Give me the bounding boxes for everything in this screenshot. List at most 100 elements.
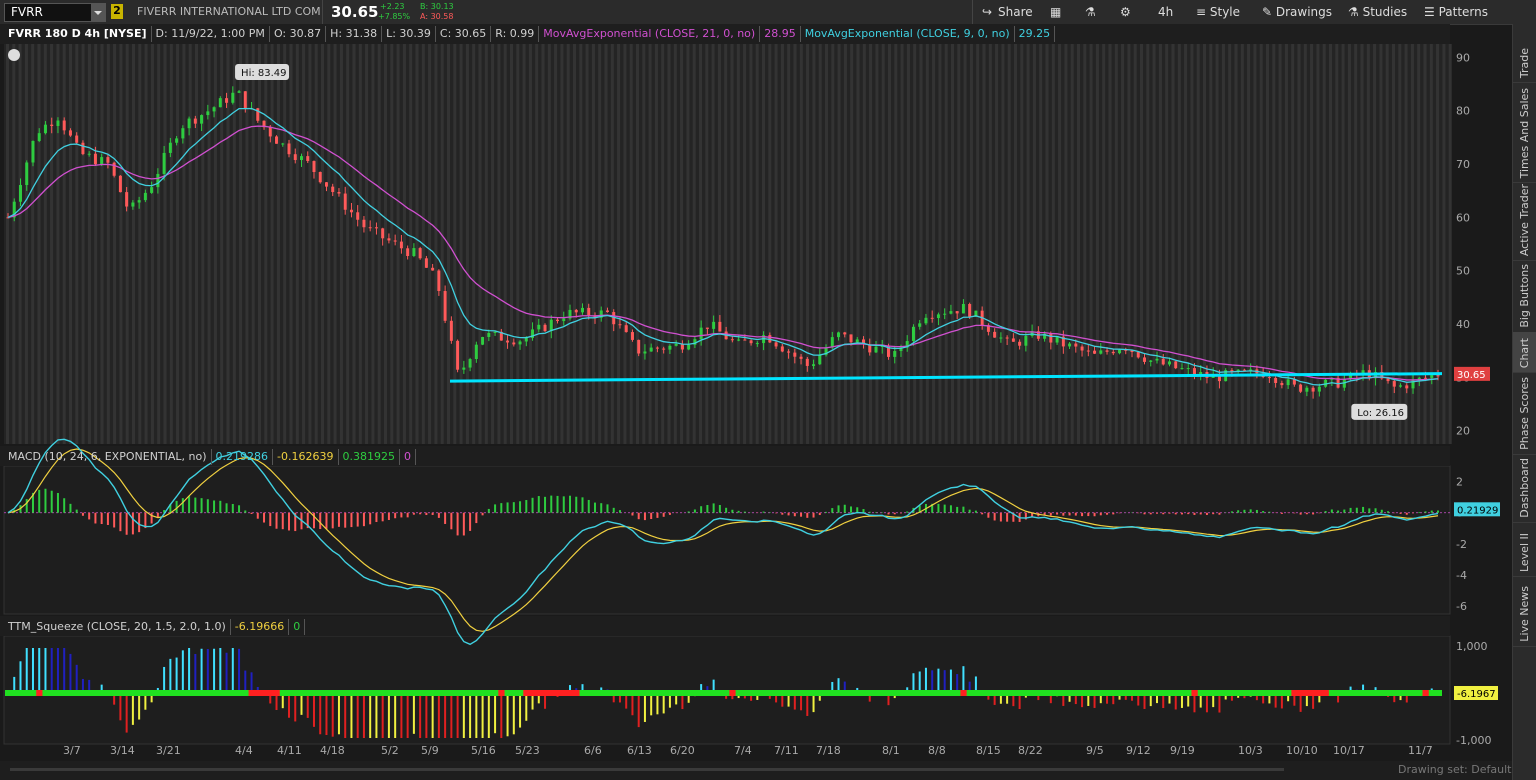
ttm-bar: [924, 667, 927, 693]
macd-bar: [1349, 507, 1352, 513]
share-button[interactable]: ↪ Share: [982, 3, 1033, 21]
tab-times-and-sales[interactable]: Times And Sales: [1513, 82, 1536, 183]
tab-live-news[interactable]: Live News: [1513, 576, 1536, 647]
macd-bar: [469, 512, 472, 531]
macd-bar: [843, 504, 846, 513]
symbol-input[interactable]: FVRR: [4, 3, 106, 22]
scrollbar-track[interactable]: [10, 768, 1284, 771]
squeeze-dot: [510, 690, 518, 696]
ttm-bar: [344, 693, 347, 738]
ttm-bar: [19, 661, 22, 693]
macd-bar: [1180, 512, 1183, 515]
macd-bar: [943, 504, 946, 513]
timeframe-button[interactable]: 4h: [1158, 3, 1173, 21]
session-stripe: [176, 44, 180, 444]
horizontal-scrollbar[interactable]: [0, 761, 1512, 780]
candle-body: [1392, 381, 1396, 387]
macd-bar: [337, 512, 340, 527]
candle-body: [1274, 377, 1278, 384]
patterns-button[interactable]: ☰ Patterns: [1424, 3, 1488, 21]
session-stripe: [547, 44, 551, 444]
macd-bar: [194, 497, 197, 513]
drawings-button[interactable]: ✎ Drawings: [1262, 3, 1332, 21]
flask-icon[interactable]: ⚗: [1085, 3, 1101, 21]
squeeze-dot: [1385, 690, 1393, 696]
macd-bar: [362, 512, 365, 527]
squeeze-dot: [98, 690, 106, 696]
ttm-bar: [637, 693, 640, 728]
candle-body: [1136, 352, 1140, 358]
session-stripe: [881, 44, 885, 444]
session-stripe: [768, 44, 772, 444]
macd-bar: [1174, 512, 1177, 515]
candle-body: [206, 111, 210, 116]
session-stripe: [762, 44, 765, 444]
session-stripe: [308, 44, 312, 444]
ttm-bar: [50, 648, 53, 693]
candle-body: [387, 238, 391, 241]
macd-bar: [974, 510, 977, 513]
squeeze-dot: [710, 690, 718, 696]
tab-chart[interactable]: Chart: [1513, 332, 1536, 373]
gear-icon[interactable]: ⚙: [1120, 3, 1136, 21]
session-stripe: [213, 44, 217, 444]
session-stripe: [321, 44, 324, 444]
tab-phase-scores[interactable]: Phase Scores: [1513, 372, 1536, 455]
squeeze-dot: [267, 690, 275, 696]
session-stripe: [113, 44, 117, 444]
session-stripe: [1303, 44, 1307, 444]
squeeze-dot: [879, 690, 887, 696]
session-stripe: [1001, 44, 1005, 444]
squeeze-dot: [1097, 690, 1105, 696]
session-stripe: [831, 44, 835, 444]
candle-body: [1105, 350, 1109, 352]
macd-bar: [481, 512, 484, 516]
ttm-bar: [450, 693, 453, 738]
x-tick-label: 10/3: [1238, 744, 1263, 757]
tab-active-trader[interactable]: Active Trader: [1513, 182, 1536, 261]
ttm-label: TTM_Squeeze (CLOSE, 20, 1.5, 2.0, 1.0): [4, 619, 231, 635]
candle-body: [337, 192, 341, 194]
x-tick-label: 5/23: [515, 744, 540, 757]
grid-layout-icon[interactable]: ▦: [1050, 3, 1066, 21]
candle-body: [855, 339, 859, 343]
studies-button[interactable]: ⚗ Studies: [1348, 3, 1407, 21]
squeeze-dot: [935, 690, 943, 696]
style-button[interactable]: ≡ Style: [1196, 3, 1240, 21]
squeeze-dot: [11, 690, 19, 696]
x-tick-label: 11/7: [1408, 744, 1433, 757]
candle-body: [443, 291, 447, 321]
squeeze-dot: [573, 690, 581, 696]
session-stripe: [1196, 44, 1200, 444]
tab-label: Level II: [1518, 532, 1531, 572]
tab-trade[interactable]: Trade: [1513, 24, 1536, 83]
squeeze-dot: [691, 690, 699, 696]
session-stripe: [780, 44, 784, 444]
macd-bar: [650, 512, 653, 520]
squeeze-dot: [36, 690, 44, 696]
squeeze-dot: [554, 690, 562, 696]
macd-bar: [375, 512, 378, 523]
x-tick-label: 10/17: [1333, 744, 1365, 757]
ttm-bar: [512, 693, 515, 735]
tab-dashboard[interactable]: Dashboard: [1513, 454, 1536, 523]
chart-area[interactable]: 2030405060708090Hi: 83.49Lo: 26.1630.652…: [0, 24, 1512, 761]
macd-bar: [81, 512, 84, 516]
candle-body: [1111, 351, 1115, 354]
x-tick-label: 4/11: [277, 744, 302, 757]
price-badge: 30.65: [1457, 370, 1486, 381]
link-group-badge[interactable]: 2: [111, 4, 123, 19]
drawing-set-label: Drawing set: Default: [1398, 763, 1512, 776]
candle-body: [718, 321, 722, 332]
session-stripe: [1297, 44, 1301, 444]
tab-level-ii[interactable]: Level II: [1513, 522, 1536, 577]
macd-bar: [1081, 512, 1084, 517]
session-stripe: [724, 44, 728, 444]
session-stripe: [484, 44, 488, 444]
macd-bar: [200, 498, 203, 513]
candle-body: [418, 248, 422, 259]
macd-bar: [737, 510, 740, 513]
tab-big-buttons[interactable]: Big Buttons: [1513, 260, 1536, 333]
squeeze-dot: [610, 690, 618, 696]
chevron-down-icon[interactable]: [91, 4, 105, 21]
